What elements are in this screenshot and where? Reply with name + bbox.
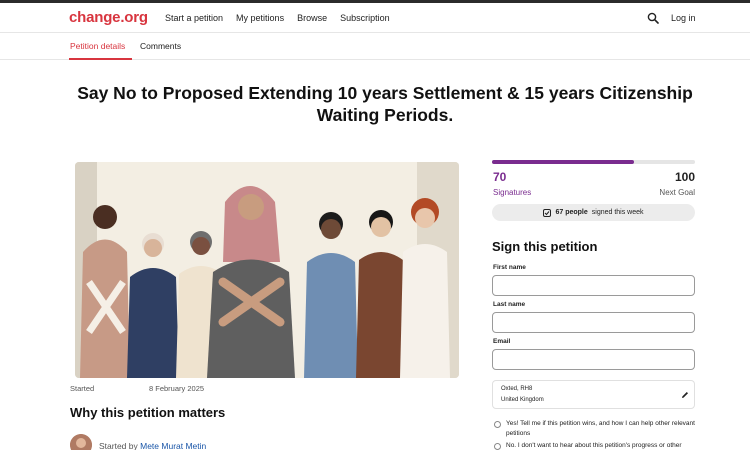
nav-my-petitions[interactable]: My petitions — [236, 13, 284, 23]
tab-petition-details[interactable]: Petition details — [70, 41, 125, 51]
location-city: Oxted, RH8 — [501, 386, 533, 392]
signatures-label: Signatures — [493, 188, 532, 197]
women-crossed-arms-photo — [75, 162, 459, 378]
first-name-field[interactable] — [492, 275, 695, 296]
nav-subscription[interactable]: Subscription — [340, 13, 390, 23]
tab-comments[interactable]: Comments — [140, 41, 181, 51]
location-box: Oxted, RH8 United Kingdom — [492, 380, 695, 409]
option-no-text: No. I don't want to hear about this peti… — [506, 442, 682, 449]
site-header: change.org Start a petition My petitions… — [0, 3, 750, 33]
started-date: 8 February 2025 — [149, 384, 205, 393]
started-by: Started by Mete Murat Metin — [99, 441, 206, 450]
started-by-prefix: Started by — [99, 441, 138, 450]
first-name-label: First name — [493, 264, 526, 271]
author-link[interactable]: Mete Murat Metin — [140, 441, 206, 450]
petition-title: Say No to Proposed Extending 10 years Se… — [77, 83, 693, 125]
last-name-field[interactable] — [492, 312, 695, 333]
location-country: United Kingdom — [501, 397, 544, 403]
last-name-label: Last name — [493, 301, 526, 308]
started-label: Started — [70, 384, 95, 393]
pencil-icon[interactable] — [680, 390, 690, 400]
sign-petition-heading: Sign this petition — [492, 239, 598, 254]
option-yes-text: Yes! Tell me if this petition wins, and … — [506, 420, 695, 437]
author-avatar — [70, 434, 92, 450]
weekly-text: signed this week — [591, 209, 644, 216]
email-label: Email — [493, 338, 511, 345]
goal-count: 100 — [674, 170, 695, 184]
signature-count: 70 — [493, 170, 507, 184]
radio-yes-updates[interactable] — [494, 421, 501, 428]
login-link[interactable]: Log in — [671, 13, 696, 23]
nav-browse[interactable]: Browse — [297, 13, 327, 23]
site-logo[interactable]: change.org — [69, 9, 148, 26]
radio-no-updates[interactable] — [494, 443, 501, 450]
active-tab-indicator — [69, 58, 132, 60]
search-icon[interactable] — [647, 12, 659, 24]
avatar-image — [70, 434, 92, 450]
email-field[interactable] — [492, 349, 695, 370]
weekly-signers-badge: 67 people signed this week — [492, 204, 695, 221]
next-goal-label: Next Goal — [659, 188, 695, 197]
signature-icon — [543, 208, 552, 217]
nav-start-petition[interactable]: Start a petition — [165, 13, 223, 23]
signature-progress-fill — [492, 160, 635, 164]
why-heading: Why this petition matters — [70, 405, 226, 420]
weekly-count: 67 people — [555, 209, 588, 216]
petition-image — [75, 162, 459, 378]
signature-progress-bar — [492, 160, 695, 164]
main-nav: Start a petition My petitions Browse Sub… — [165, 13, 390, 23]
petition-tabs: Petition details Comments — [0, 34, 750, 60]
